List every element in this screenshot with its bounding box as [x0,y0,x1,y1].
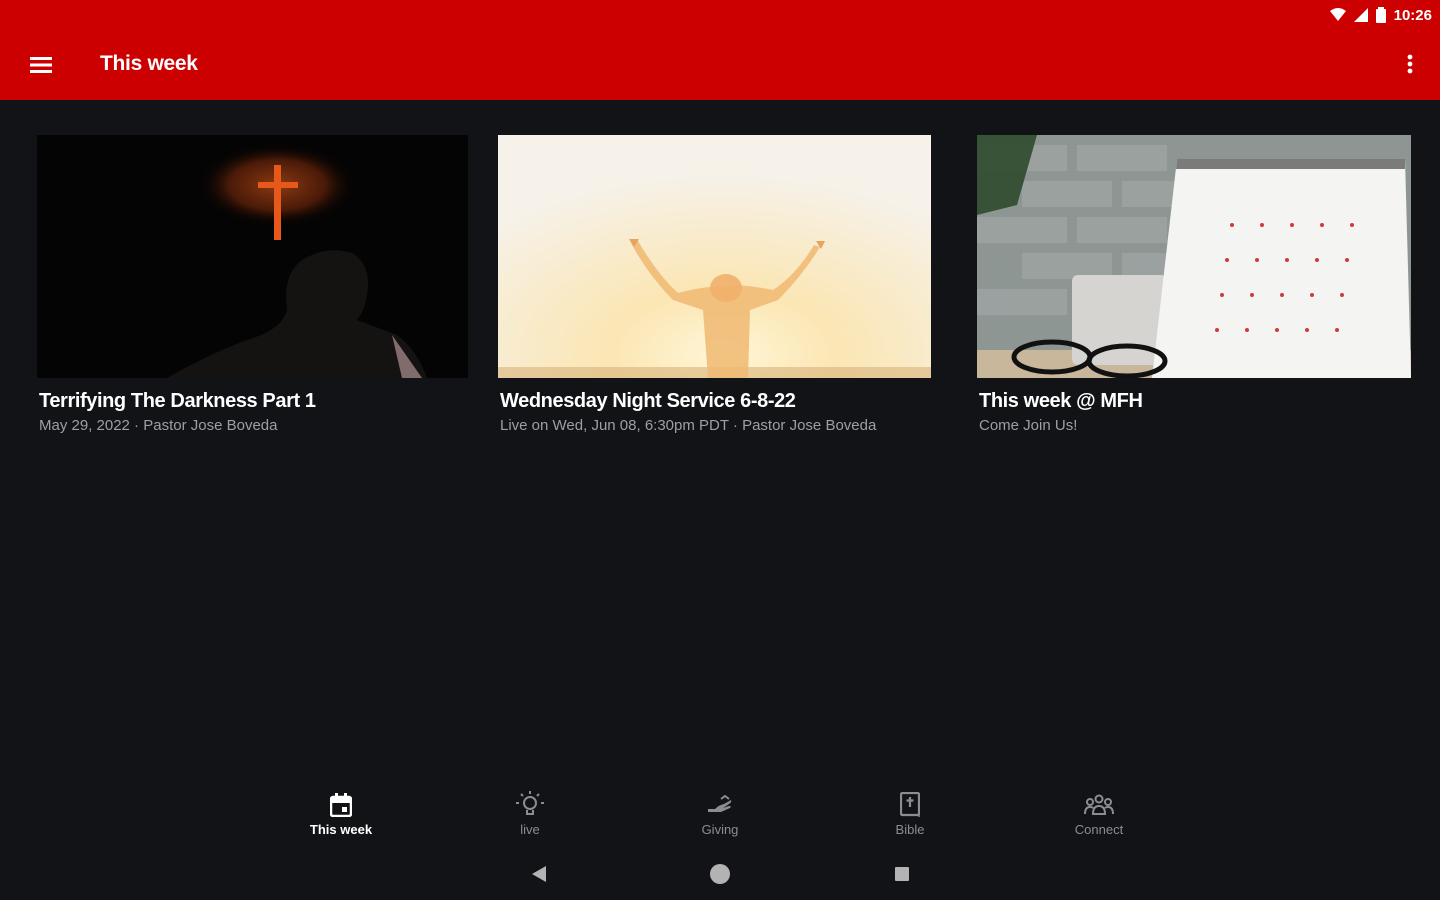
card-image [37,135,468,378]
nav-label: Bible [895,822,925,837]
battery-icon [1375,7,1386,23]
page-title: This week [100,52,198,75]
nav-label: This week [309,822,373,837]
recents-button[interactable] [884,860,920,888]
bottom-navigation: This week live Giving Bible Connect [0,790,1440,842]
signal-icon [1353,8,1368,22]
nav-item-connect[interactable]: Connect [1039,790,1159,837]
card-subtitle: Come Join Us! [979,417,1078,434]
nav-item-live[interactable]: live [470,790,590,837]
recents-square-icon [895,867,909,881]
calendar-icon [330,793,352,817]
raised-arms-image [498,135,931,378]
home-circle-icon [710,864,730,884]
media-card[interactable]: Terrifying The Darkness Part 1 May 29, 2… [37,135,468,434]
overflow-menu-button[interactable] [1398,48,1422,80]
lightbulb-icon [516,791,544,815]
back-button[interactable] [521,860,557,888]
card-image [977,135,1411,378]
card-title: This week @ MFH [979,390,1143,412]
giving-hand-icon [708,795,732,812]
more-vert-icon [1407,54,1413,74]
card-title: Terrifying The Darkness Part 1 [39,390,316,412]
hamburger-menu-icon [30,57,52,73]
card-image [498,135,931,378]
back-triangle-icon [532,866,546,882]
group-icon [1084,794,1114,815]
media-card[interactable]: This week @ MFH Come Join Us! [977,135,1411,434]
menu-button[interactable] [24,48,58,82]
status-bar: 10:26 [1329,4,1432,26]
nav-item-this-week[interactable]: This week [281,790,401,837]
wifi-icon [1329,8,1346,21]
desk-calendar-image [977,135,1411,378]
nav-label: Connect [1074,822,1124,837]
clock: 10:26 [1393,6,1432,24]
bible-icon [900,792,920,817]
app-bar: 10:26 This week [0,0,1440,100]
nav-item-giving[interactable]: Giving [660,790,780,837]
nav-label: live [520,822,540,837]
media-card[interactable]: Wednesday Night Service 6-8-22 Live on W… [498,135,931,434]
nav-label: Giving [701,822,739,837]
card-title: Wednesday Night Service 6-8-22 [500,390,796,412]
card-subtitle: Live on Wed, Jun 08, 6:30pm PDT · Pastor… [500,417,877,434]
cross-sunset-image [37,135,468,378]
nav-item-bible[interactable]: Bible [850,790,970,837]
system-navigation-bar [0,860,1440,888]
home-button[interactable] [702,860,738,888]
card-subtitle: May 29, 2022 · Pastor Jose Boveda [39,417,278,434]
